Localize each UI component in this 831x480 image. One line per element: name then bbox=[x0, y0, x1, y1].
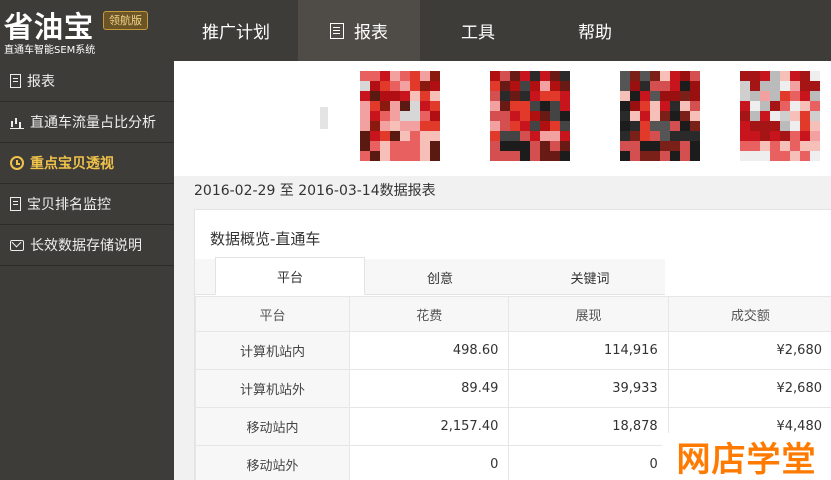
nav-help[interactable]: 帮助 bbox=[536, 0, 654, 61]
nav-campaign-plan[interactable]: 推广计划 bbox=[174, 0, 298, 61]
sidebar-item-reports[interactable]: 报表 bbox=[0, 61, 174, 102]
watermark-logo: 网店学堂 bbox=[662, 433, 831, 480]
document-icon bbox=[10, 74, 21, 88]
promo-banner bbox=[174, 61, 831, 176]
sidebar-item-data-storage[interactable]: 长效数据存储说明 bbox=[0, 225, 174, 266]
document-icon bbox=[330, 22, 344, 39]
revenue-cell: ¥2,680 bbox=[667, 369, 831, 408]
tab-label: 平台 bbox=[276, 270, 303, 286]
report-date-range: 2016-02-29 至 2016-03-14数据报表 bbox=[194, 180, 436, 200]
document-icon bbox=[10, 197, 21, 211]
table-row: 计算机站内 498.60 114,916 ¥2,680 bbox=[194, 331, 831, 370]
nav-reports[interactable]: 报表 bbox=[298, 0, 420, 61]
sidebar: 报表 直通车流量占比分析 重点宝贝透视 宝贝排名监控 长效数据存储说明 bbox=[0, 61, 174, 480]
tab-platform[interactable]: 平台 bbox=[215, 257, 365, 295]
nav-label: 工具 bbox=[461, 23, 495, 43]
product-thumbnail[interactable] bbox=[490, 71, 570, 161]
column-header[interactable]: 展现 bbox=[508, 296, 669, 332]
sidebar-item-label: 直通车流量占比分析 bbox=[30, 115, 156, 131]
tab-bar-spacer bbox=[665, 259, 831, 295]
sidebar-item-rank-monitor[interactable]: 宝贝排名监控 bbox=[0, 184, 174, 225]
sidebar-item-traffic-analysis[interactable]: 直通车流量占比分析 bbox=[0, 102, 174, 143]
mail-icon bbox=[10, 239, 24, 251]
nav-tools[interactable]: 工具 bbox=[420, 0, 536, 61]
platform-cell: 计算机站外 bbox=[194, 369, 351, 408]
impressions-cell: 0 bbox=[508, 445, 669, 480]
impressions-cell: 114,916 bbox=[508, 331, 669, 370]
table-row: 计算机站外 89.49 39,933 ¥2,680 bbox=[194, 369, 831, 408]
cost-cell: 89.49 bbox=[349, 369, 510, 408]
logo-title: 省油宝 bbox=[4, 10, 95, 44]
banner-decoration bbox=[320, 107, 328, 129]
table-header-row: 平台 花费 展现 成交额 bbox=[194, 296, 831, 332]
product-thumbnail[interactable] bbox=[740, 71, 820, 161]
cost-cell: 2,157.40 bbox=[349, 407, 510, 446]
column-header[interactable]: 平台 bbox=[194, 296, 351, 332]
tab-creative[interactable]: 创意 bbox=[365, 259, 515, 295]
edition-badge: 领航版 bbox=[103, 11, 148, 30]
tab-label: 创意 bbox=[426, 271, 453, 287]
sidebar-item-label: 报表 bbox=[27, 74, 55, 90]
nav-label: 帮助 bbox=[578, 23, 612, 43]
cost-cell: 0 bbox=[349, 445, 510, 480]
date-range-text: 2016-02-29 至 2016-03-14数据报表 bbox=[194, 183, 436, 199]
impressions-cell: 39,933 bbox=[508, 369, 669, 408]
watermark-text: 网店学堂 bbox=[676, 440, 817, 480]
bar-chart-icon bbox=[10, 115, 24, 129]
logo-subtitle: 直通车智能SEM系统 bbox=[4, 45, 96, 56]
main-nav: 推广计划 报表 工具 帮助 bbox=[174, 0, 654, 61]
logo[interactable]: 省油宝 领航版 直通车智能SEM系统 bbox=[0, 0, 174, 61]
cost-cell: 498.60 bbox=[349, 331, 510, 370]
sidebar-item-label: 长效数据存储说明 bbox=[30, 238, 142, 254]
top-header: 省油宝 领航版 直通车智能SEM系统 推广计划 报表 工具 帮助 bbox=[0, 0, 831, 61]
overview-tabs: 平台 创意 关键词 bbox=[195, 257, 831, 295]
platform-cell: 移动站外 bbox=[194, 445, 351, 480]
revenue-cell: ¥2,680 bbox=[667, 331, 831, 370]
tab-label: 关键词 bbox=[570, 271, 610, 287]
product-thumbnail[interactable] bbox=[620, 71, 700, 161]
platform-cell: 计算机站内 bbox=[194, 331, 351, 370]
clock-icon bbox=[10, 156, 24, 170]
column-header[interactable]: 成交额 bbox=[667, 296, 831, 332]
column-header[interactable]: 花费 bbox=[349, 296, 510, 332]
panel-title: 数据概览-直通车 bbox=[210, 230, 321, 248]
impressions-cell: 18,878 bbox=[508, 407, 669, 446]
product-thumbnail[interactable] bbox=[360, 71, 440, 161]
main-content: 2016-02-29 至 2016-03-14数据报表 数据概览-直通车 平台 … bbox=[174, 61, 831, 480]
nav-label: 推广计划 bbox=[202, 23, 270, 43]
sidebar-item-label: 宝贝排名监控 bbox=[27, 197, 111, 213]
sidebar-item-label: 重点宝贝透视 bbox=[30, 156, 114, 172]
nav-label: 报表 bbox=[354, 23, 388, 43]
sidebar-item-key-items[interactable]: 重点宝贝透视 bbox=[0, 143, 174, 184]
tab-keyword[interactable]: 关键词 bbox=[515, 259, 665, 295]
platform-cell: 移动站内 bbox=[194, 407, 351, 446]
